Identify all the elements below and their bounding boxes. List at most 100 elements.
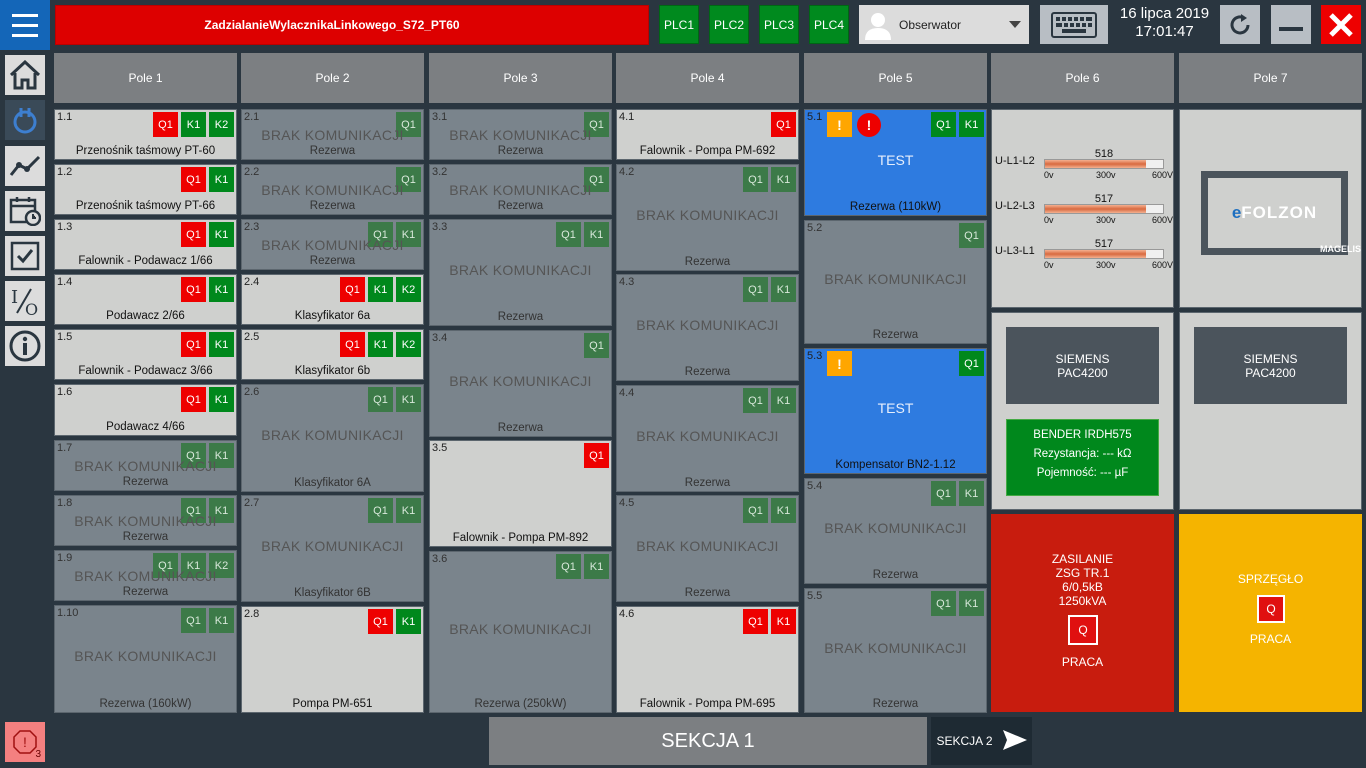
tile-4-6[interactable]: 4.6 Q1 K1 Falownik - Pompa PM-695 [616,606,799,713]
siemens-pac4200-meter-2[interactable]: SIEMENS PAC4200 [1194,327,1347,404]
badge-q1[interactable]: Q1 [743,609,768,634]
tile-1-6[interactable]: 1.6 Q1 K1 Podawacz 4/66 [54,384,237,436]
tile-1-2[interactable]: 1.2 Q1 K1 Przenośnik taśmowy PT-66 [54,164,237,215]
info-icon[interactable] [5,326,45,366]
badge-k1[interactable]: K1 [181,112,206,137]
plc4-button[interactable]: PLC4 [809,5,849,44]
badge-k1[interactable]: K1 [959,591,984,616]
badge-q1[interactable]: Q1 [340,332,365,357]
sprzeglo-q-breaker[interactable]: Q [1257,595,1285,623]
badge-q1[interactable]: Q1 [368,498,393,523]
tile-1-4[interactable]: 1.4 Q1 K1 Podawacz 2/66 [54,274,237,325]
badge-k1[interactable]: K1 [959,481,984,506]
keyboard-icon[interactable] [1040,5,1108,44]
home-icon[interactable] [5,55,45,95]
badge-k2[interactable]: K2 [396,332,421,357]
badge-q1[interactable]: Q1 [931,481,956,506]
badge-q1[interactable]: Q1 [181,387,206,412]
badge-k1[interactable]: K1 [771,388,796,413]
badge-k2[interactable]: K2 [396,277,421,302]
badge-k1[interactable]: K1 [209,277,234,302]
badge-k1[interactable]: K1 [396,609,421,634]
tile-3-1[interactable]: 3.1 Q1 BRAK KOMUNIKACJI Rezerwa [429,109,612,160]
hamburger-menu-icon[interactable] [0,0,50,50]
tile-4-2[interactable]: 4.2 Q1 K1 BRAK KOMUNIKACJI Rezerwa [616,164,799,271]
badge-q1[interactable]: Q1 [931,591,956,616]
active-alarm-banner[interactable]: ZadzialanieWylacznikaLinkowego_S72_PT60 [55,5,649,45]
badge-k1[interactable]: K1 [209,332,234,357]
tile-3-3[interactable]: 3.3 Q1 K1 BRAK KOMUNIKACJI Rezerwa [429,219,612,326]
minimize-icon[interactable] [1271,5,1311,44]
badge-k1[interactable]: K1 [396,498,421,523]
badge-q1[interactable]: Q1 [743,277,768,302]
badge-q1[interactable]: Q1 [743,498,768,523]
badge-q1[interactable]: Q1 [181,608,206,633]
tile-4-5[interactable]: 4.5 Q1 K1 BRAK KOMUNIKACJI Rezerwa [616,495,799,602]
close-icon[interactable] [1321,5,1361,44]
alarm-warning-icon[interactable]: ! 3 [5,722,45,762]
zasilanie-q-breaker[interactable]: Q [1068,615,1098,645]
tile-5-3[interactable]: 5.3! Q1 TEST Kompensator BN2-1.12 [804,348,987,474]
badge-k1[interactable]: K1 [209,222,234,247]
badge-q1[interactable]: Q1 [584,333,609,358]
badge-q1[interactable]: Q1 [181,277,206,302]
tile-2-3[interactable]: 2.3 Q1 K1 BRAK KOMUNIKACJI Rezerwa [241,219,424,270]
badge-q1[interactable]: Q1 [959,351,984,376]
tile-2-5[interactable]: 2.5 Q1 K1 K2 Klasyfikator 6b [241,329,424,380]
badge-k1[interactable]: K1 [396,387,421,412]
badge-q1[interactable]: Q1 [368,387,393,412]
badge-q1[interactable]: Q1 [743,167,768,192]
badge-k1[interactable]: K1 [368,277,393,302]
tile-5-4[interactable]: 5.4 Q1 K1 BRAK KOMUNIKACJI Rezerwa [804,478,987,584]
tile-1-7[interactable]: 1.7 Q1 K1 BRAK KOMUNIKACJI Rezerwa [54,440,237,491]
calendar-clock-icon[interactable] [5,191,45,231]
trend-chart-icon[interactable] [5,146,45,186]
tile-5-2[interactable]: 5.2 Q1 BRAK KOMUNIKACJI Rezerwa [804,220,987,344]
tile-1-5[interactable]: 1.5 Q1 K1 Falownik - Podawacz 3/66 [54,329,237,380]
badge-q1[interactable]: Q1 [959,223,984,248]
tile-3-5[interactable]: 3.5 Q1 Falownik - Pompa PM-892 [429,440,612,547]
badge-k1[interactable]: K1 [959,112,984,137]
refresh-icon[interactable] [1220,5,1260,44]
badge-q1[interactable]: Q1 [340,277,365,302]
tile-3-4[interactable]: 3.4 Q1 BRAK KOMUNIKACJI Rezerwa [429,330,612,437]
tile-1-1[interactable]: 1.1 Q1 K1 K2 Przenośnik taśmowy PT-60 [54,109,237,160]
tile-3-2[interactable]: 3.2 Q1 BRAK KOMUNIKACJI Rezerwa [429,164,612,215]
zasilanie-panel[interactable]: ZASILANIE ZSG TR.1 6/0,5kB 1250kVA Q PRA… [991,514,1174,712]
tile-2-7[interactable]: 2.7 Q1 K1 BRAK KOMUNIKACJI Klasyfikator 6B [241,495,424,602]
tile-2-6[interactable]: 2.6 Q1 K1 BRAK KOMUNIKACJI Klasyfikator 6A [241,384,424,492]
tile-5-5[interactable]: 5.5 Q1 K1 BRAK KOMUNIKACJI Rezerwa [804,588,987,713]
badge-q1[interactable]: Q1 [584,443,609,468]
sprzeglo-panel[interactable]: SPRZĘGŁO Q PRACA [1179,514,1362,712]
next-section-button[interactable]: SEKCJA 2 [931,717,1032,765]
badge-k1[interactable]: K1 [771,167,796,192]
tile-2-4[interactable]: 2.4 Q1 K1 K2 Klasyfikator 6a [241,274,424,325]
power-plug-icon[interactable] [5,100,45,140]
tile-1-9[interactable]: 1.9 Q1 K1 K2 BRAK KOMUNIKACJI Rezerwa [54,550,237,601]
plc1-button[interactable]: PLC1 [659,5,699,44]
plc2-button[interactable]: PLC2 [709,5,749,44]
badge-q1[interactable]: Q1 [181,167,206,192]
badge-q1[interactable]: Q1 [181,222,206,247]
checkbox-icon[interactable] [5,236,45,276]
plc3-button[interactable]: PLC3 [759,5,799,44]
badge-q1[interactable]: Q1 [181,332,206,357]
badge-k1[interactable]: K1 [584,554,609,579]
badge-k1[interactable]: K1 [209,387,234,412]
badge-k1[interactable]: K1 [209,167,234,192]
user-select[interactable]: Obserwator [859,5,1029,44]
badge-q1[interactable]: Q1 [368,609,393,634]
tile-2-8[interactable]: 2.8 Q1 K1 Pompa PM-651 [241,606,424,713]
tile-1-8[interactable]: 1.8 Q1 K1 BRAK KOMUNIKACJI Rezerwa [54,495,237,546]
badge-q1[interactable]: Q1 [931,112,956,137]
badge-q1[interactable]: Q1 [556,554,581,579]
tile-4-3[interactable]: 4.3 Q1 K1 BRAK KOMUNIKACJI Rezerwa [616,274,799,381]
badge-q1[interactable]: Q1 [743,388,768,413]
badge-k1[interactable]: K1 [771,498,796,523]
tile-3-6[interactable]: 3.6 Q1 K1 BRAK KOMUNIKACJI Rezerwa (250kW) [429,551,612,713]
tile-1-10[interactable]: 1.10 Q1 K1 BRAK KOMUNIKACJI Rezerwa (160kW) [54,605,237,713]
tile-2-2[interactable]: 2.2 Q1 BRAK KOMUNIKACJI Rezerwa [241,164,424,215]
badge-k1[interactable]: K1 [368,332,393,357]
badge-k1[interactable]: K1 [584,222,609,247]
tile-4-1[interactable]: 4.1 Q1 Falownik - Pompa PM-692 [616,109,799,160]
